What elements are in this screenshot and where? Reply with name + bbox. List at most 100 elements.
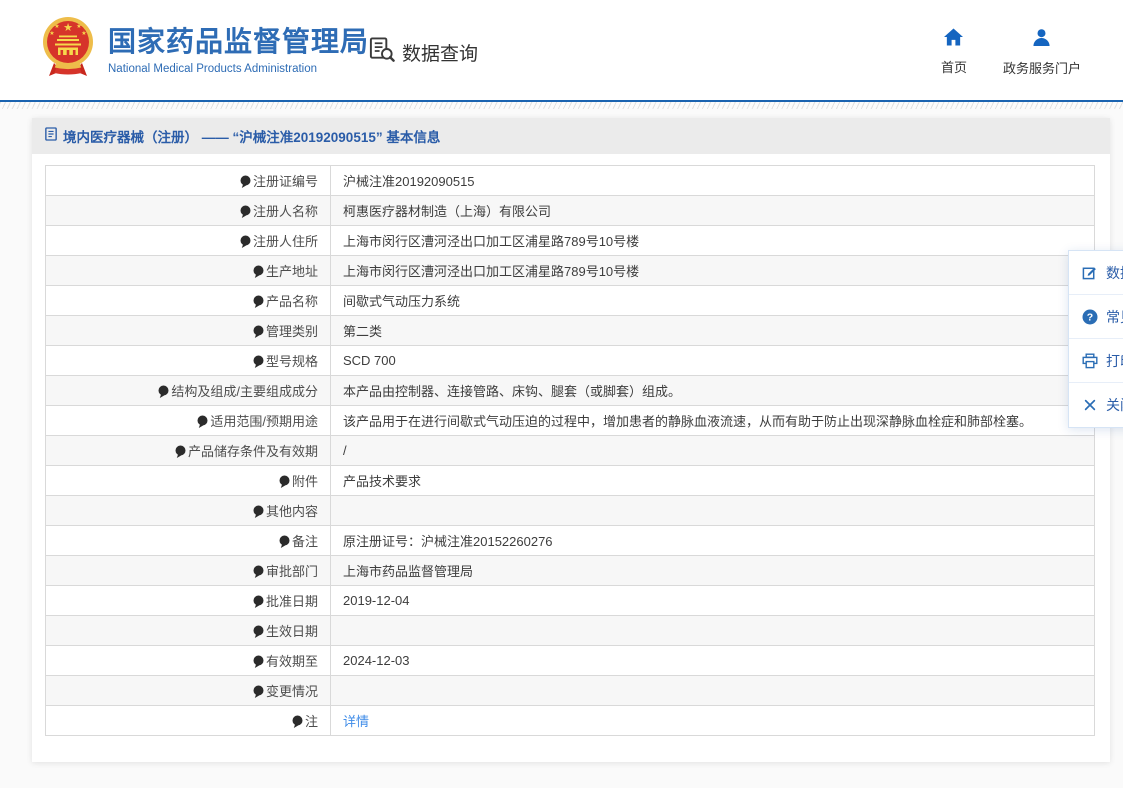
row-label: 注册证编号 — [253, 174, 318, 189]
row-value — [331, 676, 1095, 706]
row-label: 型号规格 — [266, 354, 318, 369]
floating-tools-panel: 数据 ? 常见 打印 关闭 — [1068, 250, 1123, 428]
row-value: / — [331, 436, 1095, 466]
note-icon — [158, 385, 169, 401]
row-label: 管理类别 — [266, 324, 318, 339]
table-row: 生效日期 — [46, 616, 1095, 646]
row-label: 审批部门 — [266, 564, 318, 579]
note-icon — [253, 355, 264, 371]
print-icon — [1081, 352, 1098, 369]
document-icon — [45, 127, 57, 146]
row-value: 本产品由控制器、连接管路、床钩、腿套（或脚套）组成。 — [331, 376, 1095, 406]
svg-text:★: ★ — [49, 30, 54, 37]
note-icon — [253, 565, 264, 581]
data-query-tab[interactable]: 数据查询 — [368, 36, 478, 69]
table-row: 产品名称 间歇式气动压力系统 — [46, 286, 1095, 316]
row-label: 生产地址 — [266, 264, 318, 279]
page: ★ ★ ★ ★ ★ 国家药品监督管理局 National Medical Pro… — [0, 0, 1123, 788]
note-icon — [240, 235, 251, 251]
side-panel-item[interactable]: 关闭 — [1069, 383, 1123, 427]
row-label: 注册人住所 — [253, 234, 318, 249]
org-title-block: 国家药品监督管理局 National Medical Products Admi… — [108, 26, 369, 74]
row-value: 沪械注准20192090515 — [331, 166, 1095, 196]
table-row: 变更情况 — [46, 676, 1095, 706]
table-row: 生产地址 上海市闵行区漕河泾出口加工区浦星路789号10号楼 — [46, 256, 1095, 286]
row-label: 生效日期 — [266, 624, 318, 639]
close-icon — [1081, 397, 1098, 414]
table-row: 注册人名称 柯惠医疗器材制造（上海）有限公司 — [46, 196, 1095, 226]
note-icon — [240, 205, 251, 221]
row-value: 上海市闵行区漕河泾出口加工区浦星路789号10号楼 — [331, 256, 1095, 286]
note-icon — [253, 295, 264, 311]
row-label: 适用范围/预期用途 — [210, 414, 318, 429]
row-value — [331, 496, 1095, 526]
registration-info-table: 注册证编号 沪械注准20192090515 注册人名称 柯惠医疗器材制造（上海）… — [45, 165, 1095, 736]
svg-text:★: ★ — [54, 23, 59, 30]
row-value: 产品技术要求 — [331, 466, 1095, 496]
table-row: 产品储存条件及有效期 / — [46, 436, 1095, 466]
row-label: 结构及组成/主要组成成分 — [171, 384, 318, 399]
note-icon — [253, 505, 264, 521]
svg-text:★: ★ — [76, 23, 81, 30]
logo: ★ ★ ★ ★ ★ 国家药品监督管理局 National Medical Pro… — [40, 15, 369, 86]
content-card: 境内医疗器械（注册） —— “沪械注准20192090515” 基本信息 注册证… — [32, 118, 1110, 762]
document-search-icon — [368, 36, 395, 69]
home-icon — [944, 28, 963, 51]
table-row: 有效期至 2024-12-03 — [46, 646, 1095, 676]
nav-gov-portal-label: 政务服务门户 — [1003, 58, 1081, 77]
row-value — [331, 616, 1095, 646]
row-label: 产品名称 — [266, 294, 318, 309]
note-icon — [253, 325, 264, 341]
info-table-body: 注册证编号 沪械注准20192090515 注册人名称 柯惠医疗器材制造（上海）… — [46, 166, 1095, 736]
table-row: 批准日期 2019-12-04 — [46, 586, 1095, 616]
org-name-zh: 国家药品监督管理局 — [108, 26, 369, 58]
row-value: 第二类 — [331, 316, 1095, 346]
svg-text:★: ★ — [81, 30, 86, 37]
question-icon: ? — [1081, 308, 1098, 325]
row-value: 上海市药品监督管理局 — [331, 556, 1095, 586]
breadcrumb: 境内医疗器械（注册） —— “沪械注准20192090515” 基本信息 — [32, 118, 1110, 154]
row-value: 原注册证号：沪械注准20152260276 — [331, 526, 1095, 556]
table-row: 审批部门 上海市药品监督管理局 — [46, 556, 1095, 586]
note-icon — [279, 475, 290, 491]
org-name-en: National Medical Products Administration — [108, 63, 369, 75]
national-emblem-icon: ★ ★ ★ ★ ★ — [40, 15, 96, 86]
note-icon — [175, 445, 186, 461]
table-row: 结构及组成/主要组成成分 本产品由控制器、连接管路、床钩、腿套（或脚套）组成。 — [46, 376, 1095, 406]
row-label: 注册人名称 — [253, 204, 318, 219]
nav-gov-portal[interactable]: 政务服务门户 — [1003, 28, 1081, 77]
info-table-wrap: 注册证编号 沪械注准20192090515 注册人名称 柯惠医疗器材制造（上海）… — [45, 165, 1095, 736]
nav-home[interactable]: 首页 — [941, 28, 967, 77]
side-panel-item[interactable]: 数据 — [1069, 251, 1123, 295]
row-value: 2019-12-04 — [331, 586, 1095, 616]
hatch-texture — [0, 102, 1123, 109]
row-label: 有效期至 — [266, 654, 318, 669]
row-label: 变更情况 — [266, 684, 318, 699]
data-query-label: 数据查询 — [402, 39, 478, 66]
svg-text:?: ? — [1086, 311, 1092, 323]
row-value: 柯惠医疗器材制造（上海）有限公司 — [331, 196, 1095, 226]
side-panel-item[interactable]: 打印 — [1069, 339, 1123, 383]
row-value: 2024-12-03 — [331, 646, 1095, 676]
note-icon — [253, 625, 264, 641]
header-nav: 首页 政务服务门户 — [941, 28, 1081, 77]
row-value: 该产品用于在进行间歇式气动压迫的过程中，增加患者的静脉血液流速，从而有助于防止出… — [331, 406, 1095, 436]
table-row: 型号规格 SCD 700 — [46, 346, 1095, 376]
note-icon — [197, 415, 208, 431]
note-icon — [253, 265, 264, 281]
side-panel-item[interactable]: ? 常见 — [1069, 295, 1123, 339]
table-row: 管理类别 第二类 — [46, 316, 1095, 346]
note-icon — [240, 175, 251, 191]
note-icon — [292, 715, 303, 731]
row-label: 批准日期 — [266, 594, 318, 609]
note-icon — [253, 655, 264, 671]
row-label: 产品储存条件及有效期 — [188, 444, 318, 459]
detail-link[interactable]: 详情 — [343, 714, 369, 729]
table-row: 注 详情 — [46, 706, 1095, 736]
row-label: 附件 — [292, 474, 318, 489]
row-value: 详情 — [331, 706, 1095, 736]
row-label: 备注 — [292, 534, 318, 549]
row-value: SCD 700 — [331, 346, 1095, 376]
row-value: 间歇式气动压力系统 — [331, 286, 1095, 316]
note-icon — [279, 535, 290, 551]
